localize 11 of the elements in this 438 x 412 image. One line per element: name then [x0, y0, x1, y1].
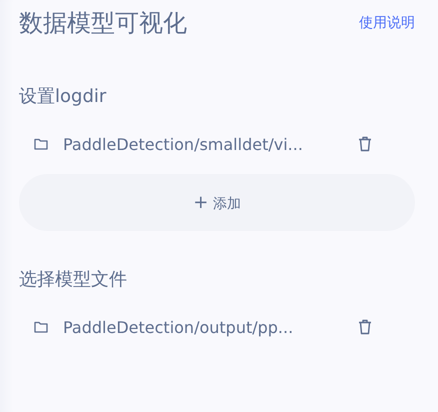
section-title: 选择模型文件: [19, 268, 128, 292]
folder-icon: [34, 138, 48, 150]
delete-icon[interactable]: [358, 319, 372, 335]
page-title: 数据模型可视化: [19, 8, 187, 39]
section-title: 设置logdir: [19, 85, 108, 109]
file-path: PaddleDetection/output/pp...: [63, 318, 294, 336]
delete-icon[interactable]: [358, 136, 372, 152]
file-path: PaddleDetection/smalldet/vi...: [63, 134, 304, 154]
help-link[interactable]: 使用说明: [359, 14, 415, 32]
add-button[interactable]: + 添加: [19, 174, 415, 231]
folder-icon: [34, 321, 48, 333]
